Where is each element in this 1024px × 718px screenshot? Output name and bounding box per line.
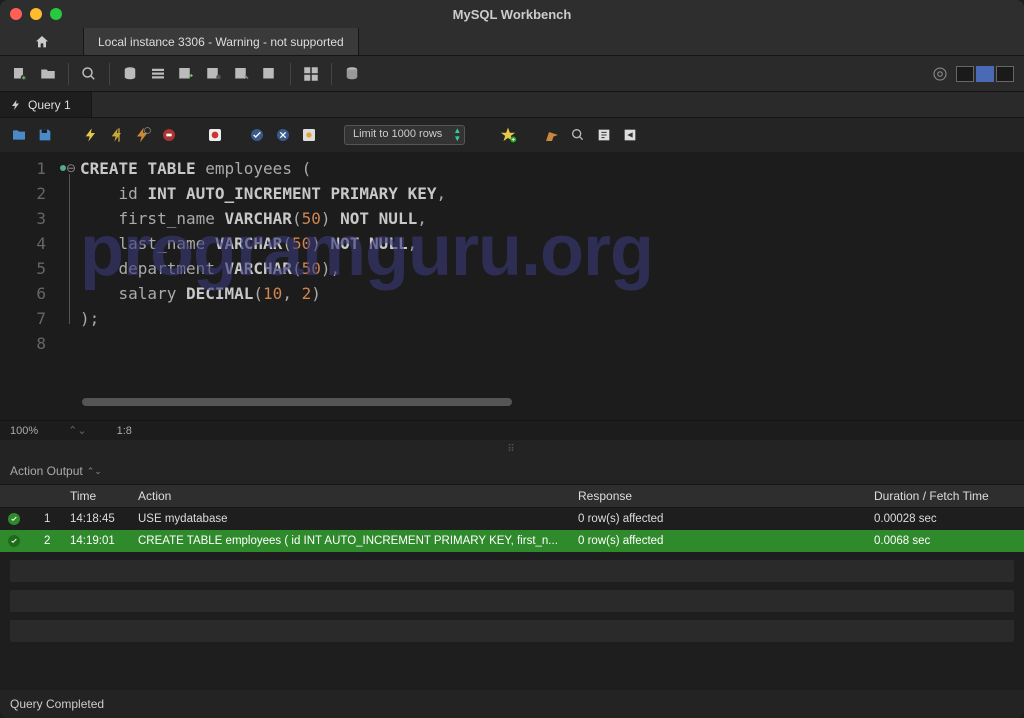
lightning-icon: [10, 99, 22, 111]
cursor-position: 1:8: [117, 425, 132, 437]
empty-row-placeholder: [10, 590, 1014, 612]
toggle-1-icon[interactable]: [206, 126, 224, 144]
zoom-level: 100%: [10, 425, 38, 437]
success-check-icon: [8, 535, 20, 547]
col-response: Response: [570, 489, 866, 503]
stop-icon[interactable]: [160, 126, 178, 144]
output-panel-header: Action Output ⌃⌄: [0, 458, 1024, 484]
db-icon-3[interactable]: [176, 64, 196, 84]
connection-tab-label: Local instance 3306 - Warning - not supp…: [98, 35, 344, 49]
connection-tab[interactable]: Local instance 3306 - Warning - not supp…: [84, 28, 359, 55]
col-action: Action: [130, 489, 570, 503]
row-time: 14:19:01: [62, 535, 130, 547]
execute-icon[interactable]: [82, 126, 100, 144]
row-action: CREATE TABLE employees ( id INT AUTO_INC…: [130, 535, 570, 547]
row-index: 2: [36, 535, 62, 547]
query-toolbar: Limit to 1000 rows ▲▼: [0, 118, 1024, 152]
server-icon[interactable]: [342, 64, 362, 84]
empty-row-placeholder: [10, 560, 1014, 582]
query-tab-bar: Query 1: [0, 92, 1024, 118]
db-icon-1[interactable]: [120, 64, 140, 84]
status-text: Query Completed: [10, 697, 104, 711]
toggle-left-panel[interactable]: [956, 66, 974, 82]
connection-tab-bar: Local instance 3306 - Warning - not supp…: [0, 28, 1024, 56]
zoom-window-button[interactable]: [50, 8, 62, 20]
close-window-button[interactable]: [10, 8, 22, 20]
row-index: 1: [36, 513, 62, 525]
fold-toggle-icon[interactable]: ⊖: [66, 161, 76, 175]
horizontal-scrollbar[interactable]: [82, 398, 512, 406]
splitter-handle[interactable]: ⠿: [0, 440, 1024, 458]
output-type-select[interactable]: Action Output ⌃⌄: [10, 464, 102, 478]
star-icon[interactable]: [499, 126, 517, 144]
toggle-right-panel[interactable]: [996, 66, 1014, 82]
commit-icon[interactable]: [248, 126, 266, 144]
search-icon[interactable]: [569, 126, 587, 144]
save-file-icon[interactable]: [36, 126, 54, 144]
traffic-lights: [10, 8, 62, 20]
output-type-label: Action Output: [10, 464, 83, 478]
row-action: USE mydatabase: [130, 513, 570, 525]
output-rows: 1 14:18:45 USE mydatabase 0 row(s) affec…: [0, 508, 1024, 708]
open-file-icon[interactable]: [10, 126, 28, 144]
col-duration: Duration / Fetch Time: [866, 489, 1024, 503]
execute-current-icon[interactable]: [108, 126, 126, 144]
open-sql-file-icon[interactable]: [38, 64, 58, 84]
query-tab[interactable]: Query 1: [0, 92, 92, 117]
settings-gear-icon[interactable]: [930, 64, 950, 84]
inspector-icon[interactable]: [79, 64, 99, 84]
row-response: 0 row(s) affected: [570, 535, 866, 547]
wrap-icon[interactable]: [595, 126, 613, 144]
dashboard-icon[interactable]: [301, 64, 321, 84]
beautify-icon[interactable]: [543, 126, 561, 144]
home-tab[interactable]: [0, 28, 84, 55]
limit-rows-label: Limit to 1000 rows: [353, 128, 442, 140]
autocommit-icon[interactable]: [300, 126, 318, 144]
explain-icon[interactable]: [134, 126, 152, 144]
output-row[interactable]: 2 14:19:01 CREATE TABLE employees ( id I…: [0, 530, 1024, 552]
db-icon-4[interactable]: [204, 64, 224, 84]
code-content[interactable]: CREATE TABLE employees ( id INT AUTO_INC…: [56, 152, 446, 420]
toggle-bottom-panel[interactable]: [976, 66, 994, 82]
minimize-window-button[interactable]: [30, 8, 42, 20]
rollback-icon[interactable]: [274, 126, 292, 144]
query-tab-label: Query 1: [28, 98, 71, 112]
sql-editor[interactable]: 1234 5678 ⊖ CREATE TABLE employees ( id …: [0, 152, 1024, 420]
home-icon: [34, 34, 50, 50]
empty-row-placeholder: [10, 620, 1014, 642]
new-sql-tab-icon[interactable]: [10, 64, 30, 84]
row-time: 14:18:45: [62, 513, 130, 525]
line-number-gutter: 1234 5678: [0, 152, 56, 420]
db-icon-2[interactable]: [148, 64, 168, 84]
main-toolbar: [0, 56, 1024, 92]
db-icon-5[interactable]: [232, 64, 252, 84]
invisible-icon[interactable]: [621, 126, 639, 144]
zoom-arrows-icon[interactable]: ⌃⌄: [68, 424, 86, 437]
row-duration: 0.00028 sec: [866, 513, 1024, 525]
panel-layout-toggles: [956, 66, 1014, 82]
row-duration: 0.0068 sec: [866, 535, 1024, 547]
success-check-icon: [8, 513, 20, 525]
window-title: MySQL Workbench: [453, 7, 572, 22]
titlebar: MySQL Workbench: [0, 0, 1024, 28]
output-table-header: Time Action Response Duration / Fetch Ti…: [0, 484, 1024, 508]
db-icon-6[interactable]: [260, 64, 280, 84]
row-response: 0 row(s) affected: [570, 513, 866, 525]
col-time: Time: [62, 489, 130, 503]
output-row[interactable]: 1 14:18:45 USE mydatabase 0 row(s) affec…: [0, 508, 1024, 530]
editor-status-strip: 100% ⌃⌄ 1:8: [0, 420, 1024, 440]
limit-rows-select[interactable]: Limit to 1000 rows ▲▼: [344, 125, 465, 145]
status-bar: Query Completed: [0, 690, 1024, 718]
action-output-table: Time Action Response Duration / Fetch Ti…: [0, 484, 1024, 708]
